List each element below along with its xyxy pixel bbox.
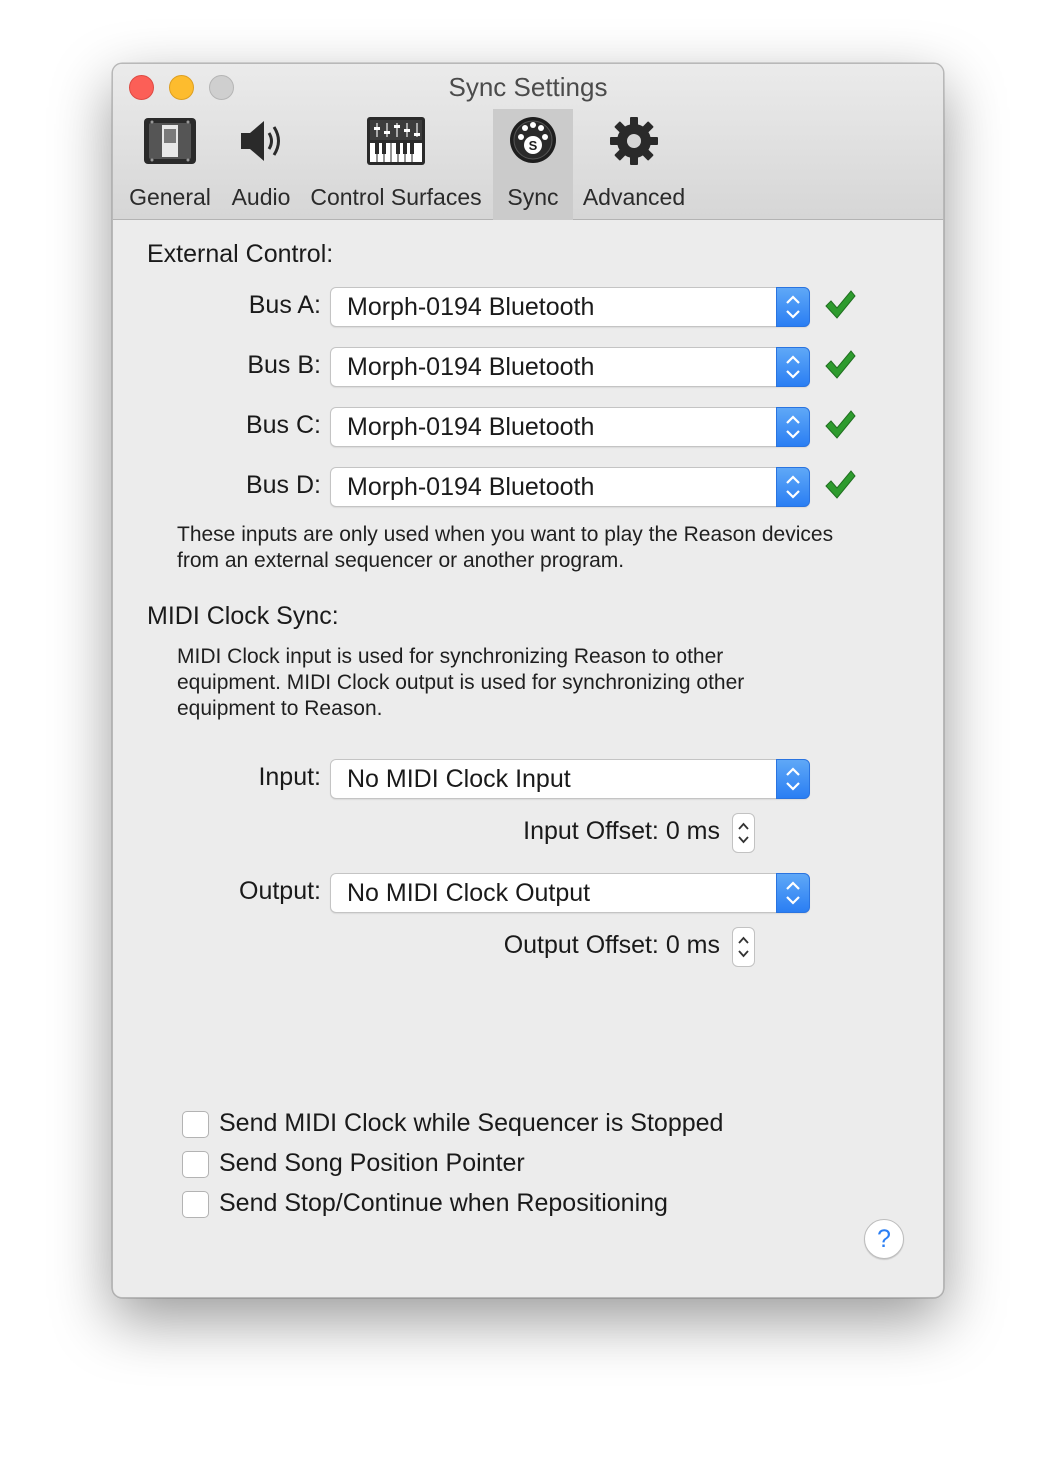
send-midi-clock-stopped-checkbox[interactable]: [182, 1111, 209, 1138]
midi-clock-input-value: No MIDI Clock Input: [347, 765, 571, 793]
tab-control-surfaces-label: Control Surfaces: [310, 184, 482, 210]
tab-general-label: General: [129, 184, 211, 210]
tab-sync-label: Sync: [507, 184, 559, 210]
send-song-position-label: Send Song Position Pointer: [219, 1149, 525, 1177]
checkmark-icon: [825, 470, 856, 499]
bus-a-popup[interactable]: Morph-0194 Bluetooth: [330, 287, 810, 327]
midi-clock-title: MIDI Clock Sync:: [147, 602, 339, 630]
checkmark-icon: [825, 350, 856, 379]
bus-c-label: Bus C:: [245, 411, 321, 439]
external-control-title: External Control:: [147, 240, 334, 268]
speaker-icon: [241, 121, 280, 161]
tab-sync[interactable]: S Sync: [493, 109, 573, 220]
input-offset-label: Input Offset: 0 ms: [523, 817, 720, 845]
bus-d-value: Morph-0194 Bluetooth: [347, 473, 595, 501]
bus-b-value: Morph-0194 Bluetooth: [347, 353, 595, 381]
midi-clock-description: MIDI Clock input is used for synchronizi…: [177, 644, 744, 722]
tab-advanced[interactable]: Advanced: [579, 109, 689, 220]
svg-text:S: S: [529, 138, 538, 153]
midi-clock-output-popup[interactable]: No MIDI Clock Output: [330, 873, 810, 913]
sync-settings-window: Sync Settings General Audio Control Surf…: [112, 63, 944, 1298]
window-title: Sync Settings: [448, 72, 608, 102]
help-button[interactable]: ?: [864, 1219, 904, 1259]
chevron-updown-icon: [776, 873, 810, 913]
keyboard-mixer-icon: [367, 117, 425, 165]
send-stop-continue-label: Send Stop/Continue when Repositioning: [219, 1189, 668, 1217]
midi-clock-output-value: No MIDI Clock Output: [347, 879, 591, 907]
chevron-updown-icon: [776, 759, 810, 799]
send-song-position-checkbox[interactable]: [182, 1151, 209, 1178]
chevron-updown-icon: [776, 347, 810, 387]
bus-a-value: Morph-0194 Bluetooth: [347, 293, 595, 321]
tab-audio[interactable]: Audio: [221, 109, 301, 220]
desc-line-3: equipment to Reason.: [177, 697, 383, 720]
desc-line-1: MIDI Clock input is used for synchronizi…: [177, 645, 724, 668]
send-midi-clock-stopped-label: Send MIDI Clock while Sequencer is Stopp…: [219, 1109, 724, 1137]
titlebar: Sync Settings General Audio Control Surf…: [113, 64, 943, 220]
input-label: Input:: [258, 763, 321, 791]
chevron-updown-icon: [776, 287, 810, 327]
bus-d-popup[interactable]: Morph-0194 Bluetooth: [330, 467, 810, 507]
general-icon: [144, 118, 196, 164]
checkmark-icon: [825, 410, 856, 439]
desc-line-2: equipment. MIDI Clock output is used for…: [177, 671, 745, 694]
note-line-2: from an external sequencer or another pr…: [177, 549, 625, 572]
gear-icon: [610, 117, 658, 165]
chevron-updown-icon: [776, 467, 810, 507]
bus-c-value: Morph-0194 Bluetooth: [347, 413, 595, 441]
bus-a-label: Bus A:: [248, 291, 321, 319]
input-offset-stepper[interactable]: [732, 813, 755, 853]
note-line-1: These inputs are only used when you want…: [177, 523, 834, 546]
checkmark-icon: [825, 290, 856, 319]
bus-d-label: Bus D:: [245, 471, 321, 499]
send-stop-continue-checkbox[interactable]: [182, 1191, 209, 1218]
midi-clock-input-popup[interactable]: No MIDI Clock Input: [330, 759, 810, 799]
tab-audio-label: Audio: [231, 184, 291, 210]
tab-control-surfaces[interactable]: Control Surfaces: [303, 109, 489, 220]
tab-advanced-label: Advanced: [582, 184, 686, 210]
bus-c-popup[interactable]: Morph-0194 Bluetooth: [330, 407, 810, 447]
tab-general[interactable]: General: [125, 109, 215, 220]
chevron-updown-icon: [776, 407, 810, 447]
external-control-note: These inputs are only used when you want…: [177, 522, 833, 574]
bus-b-label: Bus B:: [247, 351, 321, 379]
output-label: Output:: [239, 877, 321, 905]
output-offset-label: Output Offset: 0 ms: [503, 931, 720, 959]
midi-sync-icon: S: [510, 117, 556, 163]
bus-b-popup[interactable]: Morph-0194 Bluetooth: [330, 347, 810, 387]
output-offset-stepper[interactable]: [732, 927, 755, 967]
